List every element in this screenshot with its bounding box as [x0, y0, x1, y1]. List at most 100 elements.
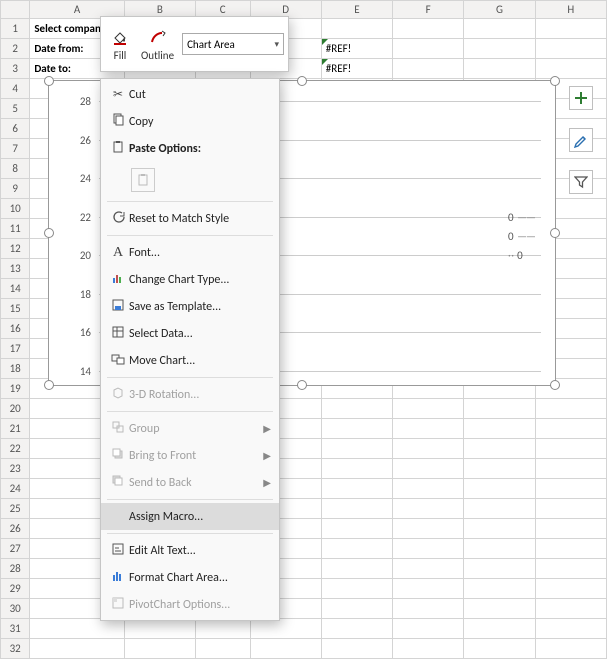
- resize-handle[interactable]: [297, 76, 307, 86]
- cell[interactable]: [535, 619, 606, 639]
- cell[interactable]: [321, 619, 392, 639]
- row-header[interactable]: 20: [1, 399, 30, 419]
- row-header[interactable]: 24: [1, 479, 30, 499]
- cell[interactable]: [535, 399, 606, 419]
- col-header[interactable]: E: [321, 1, 392, 19]
- outline-button[interactable]: Outline: [135, 19, 180, 69]
- cell[interactable]: [195, 619, 250, 639]
- col-header[interactable]: F: [393, 1, 464, 19]
- cell[interactable]: [321, 399, 392, 419]
- cell[interactable]: [321, 439, 392, 459]
- cell[interactable]: [464, 459, 535, 479]
- cell[interactable]: [464, 519, 535, 539]
- row-header[interactable]: 6: [1, 119, 30, 139]
- resize-handle[interactable]: [297, 380, 307, 390]
- row-header[interactable]: 7: [1, 139, 30, 159]
- row-header[interactable]: 22: [1, 439, 30, 459]
- resize-handle[interactable]: [44, 228, 54, 238]
- cell[interactable]: [250, 619, 321, 639]
- chart-element-selector[interactable]: Chart Area ▾: [182, 33, 284, 55]
- row-header[interactable]: 19: [1, 379, 30, 399]
- row-header[interactable]: 2: [1, 39, 30, 59]
- menu-save-template[interactable]: Save as Template...: [101, 293, 279, 320]
- cell[interactable]: [464, 479, 535, 499]
- row-header[interactable]: 31: [1, 619, 30, 639]
- cell[interactable]: [124, 619, 195, 639]
- cell[interactable]: [321, 499, 392, 519]
- cell[interactable]: [535, 499, 606, 519]
- cell[interactable]: [321, 579, 392, 599]
- row-header[interactable]: 11: [1, 219, 30, 239]
- row-header[interactable]: 3: [1, 59, 30, 79]
- chart-filter-button[interactable]: [569, 170, 593, 194]
- chart-add-element-button[interactable]: [569, 86, 593, 110]
- row-header[interactable]: 18: [1, 359, 30, 379]
- row-header[interactable]: 15: [1, 299, 30, 319]
- cell[interactable]: [535, 459, 606, 479]
- cell[interactable]: [464, 579, 535, 599]
- row-header[interactable]: 13: [1, 259, 30, 279]
- cell[interactable]: [393, 439, 464, 459]
- menu-copy[interactable]: Copy: [101, 108, 279, 135]
- resize-handle[interactable]: [44, 380, 54, 390]
- cell[interactable]: #REF!: [321, 39, 392, 59]
- cell[interactable]: [393, 519, 464, 539]
- cell[interactable]: [535, 599, 606, 619]
- cell[interactable]: [393, 39, 464, 59]
- row-header[interactable]: 25: [1, 499, 30, 519]
- cell[interactable]: [464, 19, 535, 39]
- menu-format-chart-area[interactable]: Format Chart Area...: [101, 564, 279, 591]
- cell[interactable]: [464, 539, 535, 559]
- resize-handle[interactable]: [550, 228, 560, 238]
- cell[interactable]: [393, 399, 464, 419]
- fill-button[interactable]: Fill: [105, 19, 135, 69]
- cell[interactable]: [321, 519, 392, 539]
- cell[interactable]: [30, 619, 124, 639]
- row-header[interactable]: 5: [1, 99, 30, 119]
- cell[interactable]: [535, 19, 606, 39]
- select-all-corner[interactable]: [1, 1, 30, 19]
- cell[interactable]: [393, 619, 464, 639]
- menu-select-data[interactable]: Select Data...: [101, 320, 279, 347]
- row-header[interactable]: 21: [1, 419, 30, 439]
- menu-reset-style[interactable]: Reset to Match Style: [101, 205, 279, 232]
- cell[interactable]: [321, 599, 392, 619]
- cell[interactable]: [464, 59, 535, 79]
- row-header[interactable]: 10: [1, 199, 30, 219]
- row-header[interactable]: 9: [1, 179, 30, 199]
- col-header[interactable]: H: [535, 1, 606, 19]
- cell[interactable]: [464, 39, 535, 59]
- cell[interactable]: [321, 559, 392, 579]
- row-header[interactable]: 30: [1, 599, 30, 619]
- cell[interactable]: [393, 559, 464, 579]
- cell[interactable]: [535, 439, 606, 459]
- cell[interactable]: #REF!: [321, 59, 392, 79]
- row-header[interactable]: 4: [1, 79, 30, 99]
- menu-font[interactable]: A Font...: [101, 239, 279, 266]
- cell[interactable]: [535, 59, 606, 79]
- menu-change-chart-type[interactable]: Change Chart Type...: [101, 266, 279, 293]
- chart-styles-button[interactable]: [569, 128, 593, 152]
- cell[interactable]: [393, 579, 464, 599]
- cell[interactable]: [464, 399, 535, 419]
- row-header[interactable]: 14: [1, 279, 30, 299]
- row-header[interactable]: 12: [1, 239, 30, 259]
- row-header[interactable]: 26: [1, 519, 30, 539]
- col-header[interactable]: G: [464, 1, 535, 19]
- row-header[interactable]: 28: [1, 559, 30, 579]
- cell[interactable]: [393, 19, 464, 39]
- resize-handle[interactable]: [44, 76, 54, 86]
- cell[interactable]: [393, 479, 464, 499]
- cell[interactable]: [321, 479, 392, 499]
- cell[interactable]: [393, 539, 464, 559]
- cell[interactable]: [535, 39, 606, 59]
- cell[interactable]: [321, 19, 392, 39]
- row-header[interactable]: 29: [1, 579, 30, 599]
- menu-edit-alt-text[interactable]: Edit Alt Text...: [101, 537, 279, 564]
- cell[interactable]: [393, 599, 464, 619]
- row-header[interactable]: 8: [1, 159, 30, 179]
- cell[interactable]: [464, 599, 535, 619]
- row-header[interactable]: 27: [1, 539, 30, 559]
- cell[interactable]: [321, 539, 392, 559]
- cell[interactable]: [464, 419, 535, 439]
